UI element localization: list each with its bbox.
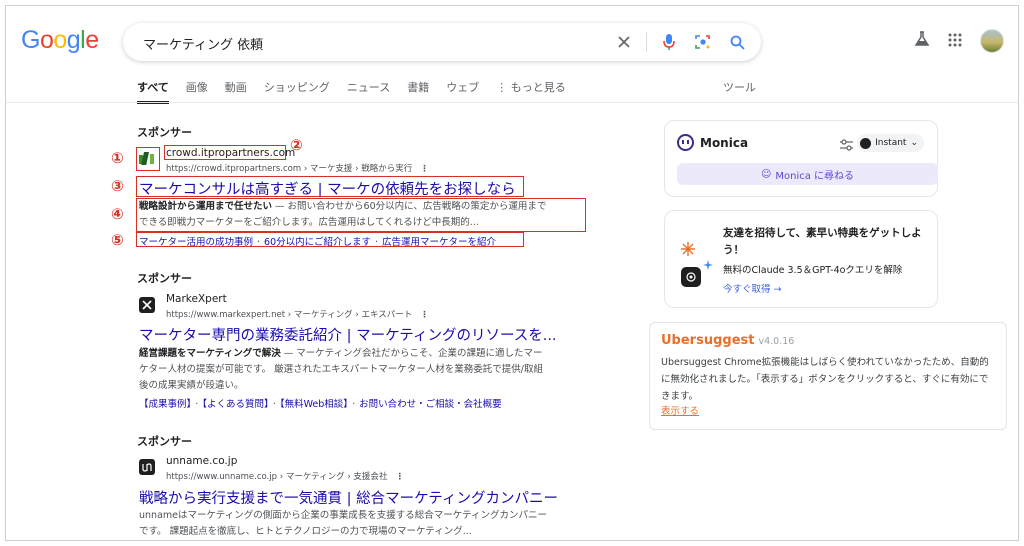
clear-icon[interactable]	[612, 30, 636, 54]
sponsor-label: スポンサー	[137, 126, 192, 139]
site-url[interactable]: https://www.markexpert.net › マーケティング › エ…	[166, 308, 429, 320]
snippet-line: です。 課題起点を徹底し、ヒトとテクノロジーの力で現場のマーケティング...	[139, 526, 472, 537]
invite-panel: 友達を招待して、素早い特典をゲットしよう！ 無料のClaude 3.5＆GPT-…	[664, 210, 938, 308]
star-icon	[703, 255, 713, 274]
mode-label: Instant	[875, 138, 907, 148]
ask-monica-label: Monica に尋ねる	[775, 170, 855, 182]
microphone-icon[interactable]	[657, 30, 681, 54]
snippet-line: 後の成果実績が段違い。	[139, 380, 244, 391]
search-tabs: すべて 画像 動画 ショッピング ニュース 書籍 ウェブ ⋮ もっと見る	[137, 79, 583, 104]
favicon-unname	[139, 459, 155, 475]
tab-more-label: もっと見る	[510, 81, 566, 94]
annotation-box-title	[136, 176, 524, 197]
settings-sliders-icon[interactable]	[840, 136, 853, 155]
ask-monica-button[interactable]: ☺ Monica に尋ねる	[677, 163, 938, 185]
sponsor-label: スポンサー	[137, 435, 192, 448]
result-snippet: 経営課題をマーケティングで解決 — マーケティング会社だからこそ、企業の課題に適…	[139, 346, 594, 394]
tab-books[interactable]: 書籍	[407, 79, 429, 104]
tab-shopping[interactable]: ショッピング	[264, 79, 330, 104]
search-input[interactable]: マーケティング 依頼	[143, 34, 263, 53]
annotation-marker-4: ④	[111, 205, 124, 223]
invite-description: 無料のClaude 3.5＆GPT-4oクエリを解除	[723, 265, 903, 276]
chatgpt-icon	[681, 267, 701, 287]
snippet-line: unnameはマーケティングの側面から企業の事業成長を支援する総合マーケティング…	[139, 510, 547, 521]
monica-logo-icon	[677, 134, 694, 151]
chevron-down-icon: ⌄	[910, 138, 918, 148]
mode-icon	[860, 137, 872, 149]
annotation-marker-1: ①	[111, 149, 124, 167]
invite-title: 友達を招待して、素早い特典をゲットしよう！	[723, 227, 922, 256]
favicon-markexpert	[139, 297, 155, 313]
smile-icon: ☺	[760, 168, 772, 180]
more-options-icon[interactable]: ⋮	[420, 164, 429, 174]
show-button[interactable]: 表示する	[661, 403, 699, 417]
snippet-line: ケター人材の提案が可能です。 厳選されたエキスパートマーケター人材を業務委託で提…	[139, 364, 543, 375]
tab-more[interactable]: ⋮ もっと見る	[496, 79, 566, 104]
ubersuggest-message: Ubersuggest Chrome拡張機能はしばらく使われていなかったため、自…	[661, 357, 989, 402]
browser-page: Google マーケティング 依頼 すべて 画像 動画 ショッピング ニュース …	[5, 5, 1019, 541]
apps-grid-icon[interactable]	[948, 32, 962, 51]
annotation-marker-3: ③	[111, 177, 124, 195]
sponsor-label: スポンサー	[137, 272, 192, 285]
annotation-marker-5: ⑤	[111, 231, 124, 249]
site-url-text: https://www.unname.co.jp › マーケティング › 支援会…	[166, 472, 388, 482]
search-icon[interactable]	[725, 30, 749, 54]
site-name[interactable]: MarkeXpert	[166, 293, 227, 305]
sitelinks: 【成果事例】 · 【よくある質問】 · 【無料Web相談】 · お問い合わせ・ご相談・会社概…	[139, 399, 502, 410]
annotation-marker-2: ②	[290, 136, 303, 154]
result-title[interactable]: マーケター専門の業務委託紹介 | マーケティングのリソースを...	[139, 324, 557, 345]
sitelink[interactable]: 【無料Web相談】	[280, 399, 348, 410]
more-options-icon[interactable]: ⋮	[395, 472, 404, 482]
tab-all[interactable]: すべて	[137, 79, 169, 104]
annotation-box-sitelinks	[136, 232, 524, 247]
tools-button[interactable]: ツール	[723, 79, 756, 95]
site-url-text: https://crowd.itpropartners.com › マーケ支援 …	[166, 164, 413, 174]
avatar[interactable]	[980, 29, 1004, 53]
ubersuggest-version: v4.0.16	[758, 336, 795, 347]
tab-images[interactable]: 画像	[186, 79, 208, 104]
sitelink[interactable]: 【成果事例】	[139, 399, 191, 410]
more-vert-icon: ⋮	[496, 81, 511, 94]
monica-header: Monica	[677, 134, 748, 151]
annotation-box-site-name	[164, 145, 286, 160]
annotation-box-snippet	[136, 198, 586, 232]
google-logo[interactable]: Google	[21, 26, 99, 55]
tab-videos[interactable]: 動画	[225, 79, 247, 104]
sparkle-icon	[681, 241, 695, 260]
sitelink[interactable]: お問い合わせ・ご相談・会社概要	[359, 399, 502, 410]
lens-icon[interactable]	[691, 30, 715, 54]
snippet-text: — マーケティング会社だからこそ、企業の課題に適したマー	[280, 348, 543, 359]
site-url-text: https://www.markexpert.net › マーケティング › エ…	[166, 310, 413, 320]
get-now-link[interactable]: 今すぐ取得 →	[723, 281, 781, 295]
tabs-divider	[6, 102, 1018, 103]
mode-select[interactable]: Instant ⌄	[857, 134, 924, 152]
divider	[646, 32, 647, 52]
snippet-bold: 経営課題をマーケティングで解決	[139, 348, 281, 359]
more-options-icon[interactable]: ⋮	[420, 310, 429, 320]
labs-flask-icon[interactable]	[914, 31, 930, 51]
monica-panel: Monica Instant ⌄ ☺ Monica に尋ねる	[664, 120, 938, 197]
tab-news[interactable]: ニュース	[347, 79, 390, 104]
ubersuggest-panel: Ubersuggest v4.0.16 Ubersuggest Chrome拡張機…	[649, 322, 1007, 430]
annotation-box-favicon	[136, 147, 160, 171]
result-title[interactable]: 戦略から実行支援まで一気通貫 | 総合マーケティングカンパニー	[139, 487, 558, 508]
ubersuggest-title: Ubersuggest v4.0.16	[661, 333, 794, 348]
site-url[interactable]: https://www.unname.co.jp › マーケティング › 支援会…	[166, 470, 404, 482]
search-box[interactable]: マーケティング 依頼	[123, 23, 761, 61]
site-name[interactable]: unname.co.jp	[166, 455, 237, 467]
result-snippet: unnameはマーケティングの側面から企業の事業成長を支援する総合マーケティング…	[139, 508, 599, 540]
tab-web[interactable]: ウェブ	[446, 79, 479, 104]
sitelink[interactable]: 【よくある質問】	[202, 399, 269, 410]
site-url[interactable]: https://crowd.itpropartners.com › マーケ支援 …	[166, 162, 429, 174]
monica-name: Monica	[700, 135, 749, 150]
ubersuggest-name: Ubersuggest	[661, 333, 755, 348]
